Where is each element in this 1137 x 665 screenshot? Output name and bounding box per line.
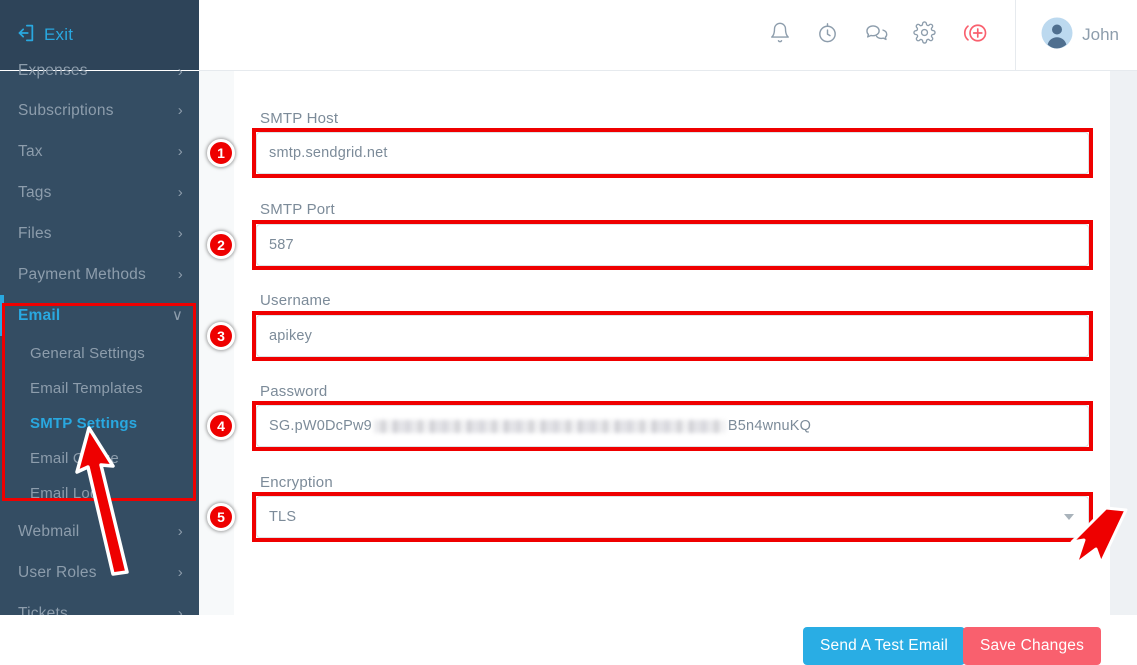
sidebar-subitem-email-templates[interactable]: Email Templates <box>0 371 199 406</box>
sidebar: Exit Expenses › Subscriptions › Tax › Ta… <box>0 0 199 615</box>
gear-icon[interactable] <box>913 21 936 49</box>
sidebar-item-label: Expenses <box>18 62 88 80</box>
sidebar-subitem-label: Email Queue <box>30 450 119 467</box>
sidebar-item-label: Payment Methods <box>18 266 146 284</box>
sidebar-subitem-label: Email Templates <box>30 380 143 397</box>
sidebar-item-label: Webmail <box>18 523 79 541</box>
encryption-label: Encryption <box>260 474 333 491</box>
username-label: Username <box>260 292 331 309</box>
chevron-right-icon: › <box>178 606 183 615</box>
sidebar-item-label: Tax <box>18 143 43 161</box>
step-badge-3: 3 <box>207 322 235 350</box>
exit-icon <box>14 22 36 49</box>
chevron-right-icon: › <box>178 226 183 241</box>
sidebar-item-email[interactable]: Email ∨ <box>0 295 199 336</box>
smtp-host-label: SMTP Host <box>260 110 338 127</box>
chevron-right-icon: › <box>178 64 183 79</box>
step-badge-1: 1 <box>207 139 235 167</box>
top-header: John <box>199 0 1137 71</box>
chevron-right-icon: › <box>178 524 183 539</box>
main-content: SMTP Host smtp.sendgrid.net 1 SMTP Port … <box>199 71 1137 615</box>
step-badge-5: 5 <box>207 503 235 531</box>
sidebar-item-subscriptions[interactable]: Subscriptions › <box>0 90 199 131</box>
user-name: John <box>1082 25 1119 45</box>
smtp-settings-card: SMTP Host smtp.sendgrid.net 1 SMTP Port … <box>234 71 1110 615</box>
sidebar-item-payment-methods[interactable]: Payment Methods › <box>0 254 199 295</box>
sidebar-subitem-label: Email Log <box>30 485 99 502</box>
sidebar-item-tax[interactable]: Tax › <box>0 131 199 172</box>
sidebar-item-webmail[interactable]: Webmail › <box>0 511 199 552</box>
password-redacted-blur <box>374 420 726 433</box>
sidebar-item-label: Tags <box>18 184 52 202</box>
sidebar-subitem-label: General Settings <box>30 345 145 362</box>
header-icon-group <box>769 21 1015 50</box>
sidebar-item-user-roles[interactable]: User Roles › <box>0 552 199 593</box>
chevron-right-icon: › <box>178 185 183 200</box>
sidebar-item-label: Email <box>18 307 60 325</box>
bell-icon[interactable] <box>769 21 791 49</box>
sidebar-subitem-email-queue[interactable]: Email Queue <box>0 441 199 476</box>
smtp-host-input[interactable]: smtp.sendgrid.net <box>256 132 1089 174</box>
sidebar-subitem-smtp-settings[interactable]: SMTP Settings <box>0 406 199 441</box>
sidebar-item-files[interactable]: Files › <box>0 213 199 254</box>
password-input[interactable]: SG.pW0DcPw9 B5n4wnuKQ <box>256 405 1089 447</box>
encryption-select[interactable]: TLS <box>256 496 1089 538</box>
chevron-down-icon: ∨ <box>172 308 183 323</box>
step-badge-4: 4 <box>207 412 235 440</box>
sidebar-item-expenses[interactable]: Expenses › <box>0 52 199 90</box>
sidebar-subitem-label: SMTP Settings <box>30 415 137 432</box>
sidebar-subitem-email-log[interactable]: Email Log <box>0 476 199 511</box>
add-circle-icon[interactable] <box>961 21 989 50</box>
chevron-right-icon: › <box>178 565 183 580</box>
sidebar-item-label: Files <box>18 225 52 243</box>
chevron-down-icon <box>1064 514 1074 520</box>
exit-label: Exit <box>44 25 73 45</box>
sidebar-item-tickets[interactable]: Tickets › <box>0 593 199 615</box>
save-changes-button[interactable]: Save Changes <box>963 627 1101 665</box>
chat-icon[interactable] <box>864 21 888 49</box>
password-suffix: B5n4wnuKQ <box>728 418 811 434</box>
smtp-port-input[interactable]: 587 <box>256 224 1089 266</box>
step-badge-2: 2 <box>207 231 235 259</box>
sidebar-subitem-general-settings[interactable]: General Settings <box>0 336 199 371</box>
chevron-right-icon: › <box>178 144 183 159</box>
smtp-port-label: SMTP Port <box>260 201 335 218</box>
username-input[interactable]: apikey <box>256 315 1089 357</box>
sidebar-item-label: Tickets <box>18 605 68 616</box>
sidebar-nav: Expenses › Subscriptions › Tax › Tags › … <box>0 52 199 615</box>
chevron-right-icon: › <box>178 267 183 282</box>
timer-icon[interactable] <box>816 21 839 49</box>
avatar <box>1041 17 1073 54</box>
sidebar-item-label: User Roles <box>18 564 97 582</box>
password-label: Password <box>260 383 327 400</box>
sidebar-item-tags[interactable]: Tags › <box>0 172 199 213</box>
send-test-email-button[interactable]: Send A Test Email <box>803 627 965 665</box>
password-prefix: SG.pW0DcPw9 <box>269 418 372 434</box>
chevron-right-icon: › <box>178 103 183 118</box>
encryption-selected-value: TLS <box>269 509 296 525</box>
sidebar-item-label: Subscriptions <box>18 102 114 120</box>
user-menu[interactable]: John <box>1015 0 1137 71</box>
